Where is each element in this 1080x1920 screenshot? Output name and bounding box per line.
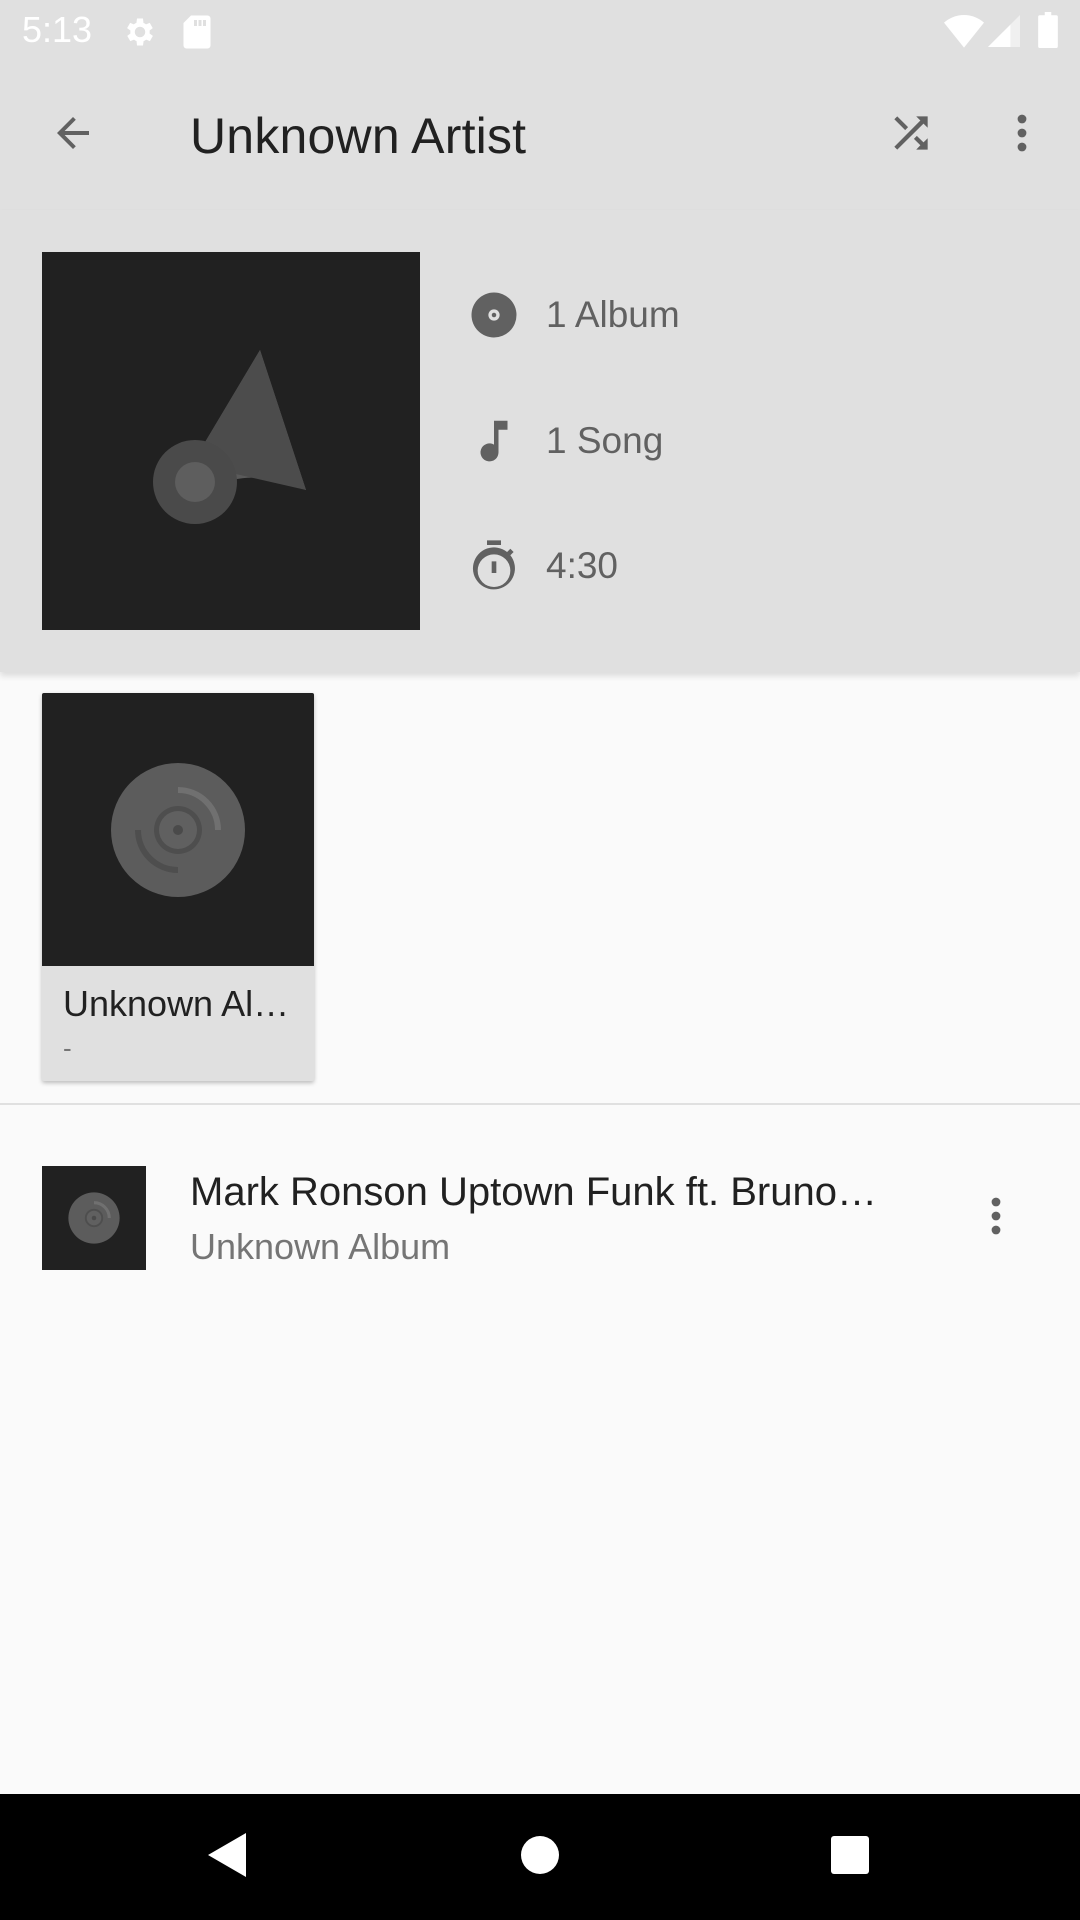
- nav-back-icon: [204, 1831, 248, 1884]
- gramophone-icon: [153, 350, 306, 524]
- signal-icon: [988, 14, 1020, 53]
- navigation-bar: [0, 1794, 1080, 1920]
- sd-card-icon: [182, 14, 212, 55]
- album-count: 1 Album: [546, 294, 680, 335]
- song-title: Mark Ronson Uptown Funk ft. Bruno…: [190, 1170, 877, 1214]
- song-more-button[interactable]: [956, 1170, 1036, 1266]
- page-title: Unknown Artist: [190, 108, 527, 164]
- album-count-row: 1 Album: [466, 285, 680, 345]
- song-list-item[interactable]: Mark Ronson Uptown Funk ft. Bruno… Unkno…: [0, 1140, 1080, 1296]
- album-title: Unknown Al…: [63, 983, 290, 1024]
- more-vert-icon: [972, 1192, 1020, 1245]
- shuffle-icon: [886, 108, 936, 163]
- more-vert-icon: [998, 109, 1046, 162]
- duration-row: 4:30: [466, 536, 618, 596]
- album-art: [42, 693, 314, 966]
- disc-icon: [466, 287, 522, 343]
- nav-recents-icon: [830, 1835, 870, 1880]
- artist-image: [42, 252, 420, 630]
- album-card[interactable]: Unknown Al… -: [42, 693, 314, 1081]
- song-album-art: [42, 1166, 146, 1270]
- shuffle-button[interactable]: [863, 87, 959, 183]
- nav-back-button[interactable]: [186, 1817, 266, 1897]
- album-subtitle: -: [63, 1033, 72, 1063]
- song-count: 1 Song: [546, 420, 664, 461]
- vinyl-record-icon: [111, 762, 245, 897]
- vinyl-record-icon: [68, 1192, 120, 1244]
- toolbar: Unknown Artist: [0, 63, 1080, 210]
- timer-icon: [466, 538, 522, 594]
- total-duration: 4:30: [546, 545, 619, 586]
- song-count-row: 1 Song: [466, 411, 663, 471]
- nav-recents-button[interactable]: [810, 1817, 890, 1897]
- section-divider: [0, 1103, 1080, 1105]
- battery-icon: [1038, 12, 1058, 53]
- song-subtitle: Unknown Album: [190, 1226, 451, 1267]
- more-options-button[interactable]: [974, 87, 1070, 183]
- status-bar: 5:13: [0, 0, 1080, 63]
- nav-home-button[interactable]: [500, 1817, 580, 1897]
- artist-header: 1 Album 1 Song 4:30: [0, 210, 1080, 672]
- back-button[interactable]: [25, 87, 121, 183]
- nav-home-icon: [520, 1835, 560, 1880]
- arrow-back-icon: [49, 109, 97, 162]
- status-time: 5:13: [22, 9, 93, 50]
- wifi-icon: [944, 14, 984, 53]
- gear-icon: [122, 14, 158, 55]
- music-note-icon: [466, 413, 522, 469]
